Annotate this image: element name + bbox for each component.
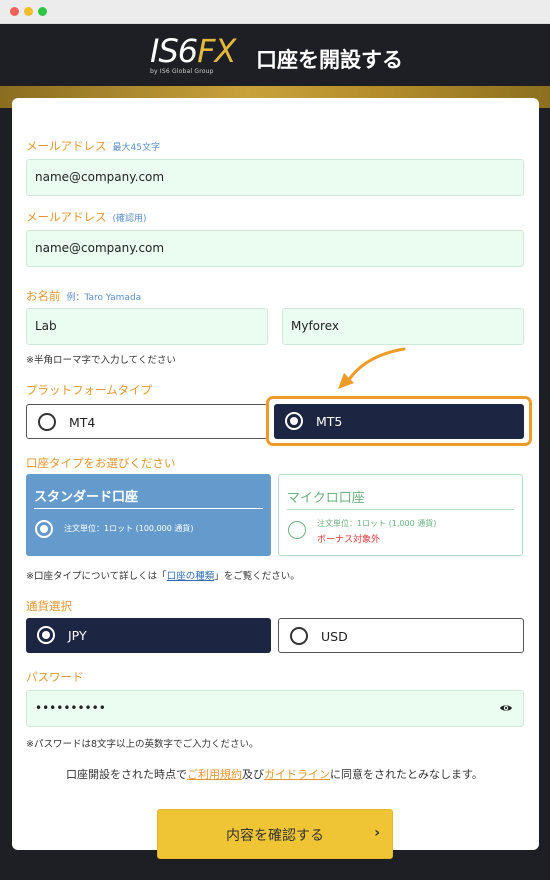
show-password-eye-icon[interactable] [499, 703, 513, 713]
guidelines-link[interactable]: ガイドライン [264, 768, 330, 781]
platform-option-mt4[interactable]: MT4 [26, 404, 268, 439]
email-confirm-label: メールアドレス (確認用) [26, 210, 147, 224]
email-confirm-hint: (確認用) [112, 214, 147, 224]
standard-desc: 注文単位：1ロット (100,000 通貨) [64, 524, 194, 533]
standard-account-title: スタンダード口座 [34, 490, 139, 505]
standard-radio-icon[interactable] [35, 520, 53, 538]
micro-account-title: マイクロ口座 [287, 491, 365, 506]
platform-label: プラットフォームタイプ [26, 383, 153, 397]
confirm-submit-button[interactable]: 内容を確認する › [157, 809, 393, 859]
email-hint: 最大45文字 [112, 143, 160, 153]
page-header: IS6FX by IS6 Global Group 口座を開設する [0, 24, 550, 86]
password-label: パスワード [26, 670, 84, 684]
micro-bonus-note: ボーナス対象外 [317, 535, 381, 545]
last-name-input[interactable]: Myforex [282, 308, 524, 345]
jpy-radio-icon[interactable] [37, 626, 55, 644]
email-confirm-input[interactable]: name@company.com [26, 230, 524, 267]
password-value: •••••••••• [35, 701, 106, 715]
account-option-micro[interactable]: マイクロ口座 注文単位：1ロット (1,000 通貨) ボーナス対象外 [278, 474, 523, 556]
close-window-button[interactable] [10, 7, 19, 16]
name-hint: 例：Taro Yamada [66, 293, 142, 303]
mt4-radio-icon[interactable] [38, 413, 56, 431]
usd-radio-icon[interactable] [290, 627, 308, 645]
pointer-arrow-icon [338, 347, 406, 389]
mt5-radio-icon[interactable] [285, 412, 303, 430]
window-titlebar [0, 0, 550, 24]
micro-divider [287, 509, 514, 510]
account-types-link[interactable]: 口座の種類 [167, 571, 215, 582]
account-option-standard[interactable]: スタンダード口座 注文単位：1ロット (100,000 通貨) [26, 474, 271, 556]
agreement-text: 口座開設をされた時点でご利用規約及びガイドラインに同意をされたとみなします。 [66, 768, 483, 781]
page-title: 口座を開設する [256, 48, 403, 72]
chevron-right-icon: › [374, 825, 380, 841]
maximize-window-button[interactable] [38, 7, 47, 16]
password-input[interactable]: •••••••••• [26, 690, 524, 727]
email-input[interactable]: name@company.com [26, 159, 524, 196]
email-label: メールアドレス 最大45文字 [26, 139, 160, 153]
account-type-note: ※口座タイプについて詳しくは「口座の種類」をご覧ください。 [26, 571, 300, 582]
name-note: ※半角ローマ字で入力してください [26, 355, 176, 366]
currency-option-usd[interactable]: USD [278, 618, 524, 653]
password-note: ※パスワードは8文字以上の英数字でご入力ください。 [26, 739, 259, 750]
micro-radio-icon[interactable] [288, 521, 306, 539]
is6fx-logo: IS6FX by IS6 Global Group [150, 32, 236, 75]
currency-option-jpy[interactable]: JPY [26, 618, 271, 653]
name-label: お名前 例：Taro Yamada [26, 289, 142, 303]
micro-desc: 注文単位：1ロット (1,000 通貨) [317, 519, 437, 528]
terms-link[interactable]: ご利用規約 [187, 768, 242, 781]
standard-divider [34, 508, 263, 509]
submit-label: 内容を確認する [226, 828, 324, 844]
minimize-window-button[interactable] [24, 7, 33, 16]
first-name-input[interactable]: Lab [26, 308, 268, 345]
platform-option-mt5[interactable]: MT5 [274, 404, 524, 439]
account-type-label: 口座タイプをお選びください [26, 456, 176, 470]
currency-label: 通貨選択 [26, 599, 72, 613]
